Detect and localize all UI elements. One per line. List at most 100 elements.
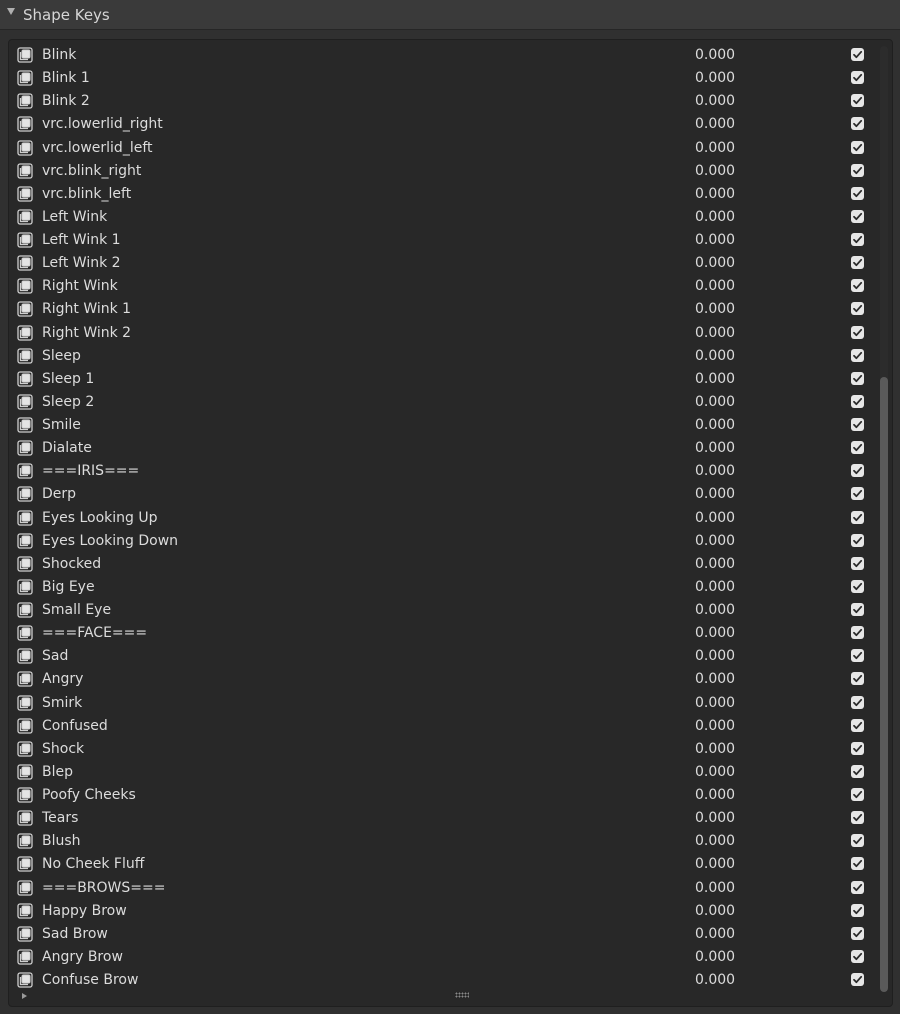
mute-checkbox[interactable] <box>851 973 864 986</box>
shape-key-value-field[interactable]: 0.000 <box>695 208 735 226</box>
shape-key-value-field[interactable]: 0.000 <box>695 254 735 272</box>
list-item[interactable]: Small Eye 0.000 <box>9 599 877 622</box>
shape-key-value-field[interactable]: 0.000 <box>695 462 735 480</box>
list-item[interactable]: Left Wink 2 0.000 <box>9 252 877 275</box>
list-item[interactable]: Sleep 0.000 <box>9 345 877 368</box>
shape-key-name[interactable]: Poofy Cheeks <box>42 786 136 804</box>
shape-key-value-field[interactable]: 0.000 <box>695 832 735 850</box>
list-item[interactable]: Shocked 0.000 <box>9 553 877 576</box>
shape-key-value-field[interactable]: 0.000 <box>695 46 735 64</box>
mute-checkbox[interactable] <box>851 186 864 200</box>
shape-key-name[interactable]: Dialate <box>42 439 92 457</box>
list-item[interactable]: Left Wink 0.000 <box>9 206 877 229</box>
shape-key-value-field[interactable]: 0.000 <box>695 740 735 758</box>
list-item[interactable]: Right Wink 1 0.000 <box>9 298 877 321</box>
mute-checkbox[interactable] <box>851 556 864 570</box>
shape-key-name[interactable]: Derp <box>42 485 76 503</box>
mute-checkbox[interactable] <box>851 441 864 455</box>
shape-key-name[interactable]: Angry Brow <box>42 948 123 966</box>
shape-key-value-field[interactable]: 0.000 <box>695 393 735 411</box>
shape-key-name[interactable]: Smile <box>42 416 81 434</box>
resize-grip-icon[interactable] <box>455 992 469 998</box>
shape-key-name[interactable]: Small Eye <box>42 601 111 619</box>
list-item[interactable]: Right Wink 0.000 <box>9 275 877 298</box>
list-item[interactable]: Right Wink 2 0.000 <box>9 322 877 345</box>
mute-checkbox[interactable] <box>851 163 864 177</box>
scrollbar-thumb[interactable] <box>880 377 888 992</box>
shape-key-value-field[interactable]: 0.000 <box>695 879 735 897</box>
mute-checkbox[interactable] <box>851 140 864 154</box>
shape-key-value-field[interactable]: 0.000 <box>695 694 735 712</box>
shape-key-value-field[interactable]: 0.000 <box>695 162 735 180</box>
list-item[interactable]: ===BROWS=== 0.000 <box>9 877 877 900</box>
mute-checkbox[interactable] <box>851 811 864 825</box>
list-item[interactable]: Derp 0.000 <box>9 483 877 506</box>
shape-key-name[interactable]: Eyes Looking Up <box>42 509 158 527</box>
shape-key-name[interactable]: Shocked <box>42 555 101 573</box>
mute-checkbox[interactable] <box>851 510 864 524</box>
mute-checkbox[interactable] <box>851 603 864 616</box>
shape-key-name[interactable]: Left Wink 1 <box>42 231 121 249</box>
shape-key-value-field[interactable]: 0.000 <box>695 578 735 596</box>
shape-key-name[interactable]: vrc.lowerlid_left <box>42 139 153 157</box>
mute-checkbox[interactable] <box>851 764 864 778</box>
shape-key-value-field[interactable]: 0.000 <box>695 532 735 550</box>
mute-checkbox[interactable] <box>851 949 864 963</box>
shape-key-name[interactable]: vrc.lowerlid_right <box>42 115 163 133</box>
list-item[interactable]: vrc.blink_right 0.000 <box>9 160 877 183</box>
list-item[interactable]: Tears 0.000 <box>9 807 877 830</box>
shape-key-value-field[interactable]: 0.000 <box>695 115 735 133</box>
shape-key-name[interactable]: Sad Brow <box>42 925 108 943</box>
shape-key-name[interactable]: No Cheek Fluff <box>42 855 144 873</box>
list-item[interactable]: Blink 1 0.000 <box>9 67 877 90</box>
list-item[interactable]: Left Wink 1 0.000 <box>9 229 877 252</box>
list-item[interactable]: ===FACE=== 0.000 <box>9 622 877 645</box>
panel-header[interactable]: Shape Keys <box>0 0 900 30</box>
shape-key-name[interactable]: Eyes Looking Down <box>42 532 178 550</box>
shape-key-value-field[interactable]: 0.000 <box>695 925 735 943</box>
mute-checkbox[interactable] <box>851 394 864 408</box>
list-item[interactable]: Blink 2 0.000 <box>9 90 877 113</box>
shape-key-name[interactable]: Right Wink 2 <box>42 324 131 342</box>
mute-checkbox[interactable] <box>851 256 864 270</box>
shape-key-value-field[interactable]: 0.000 <box>695 277 735 295</box>
shape-key-name[interactable]: Smirk <box>42 694 82 712</box>
mute-checkbox[interactable] <box>851 302 864 316</box>
list-item[interactable]: Big Eye 0.000 <box>9 576 877 599</box>
shape-key-value-field[interactable]: 0.000 <box>695 902 735 920</box>
shape-key-name[interactable]: Tears <box>42 809 78 827</box>
shape-key-value-field[interactable]: 0.000 <box>695 185 735 203</box>
mute-checkbox[interactable] <box>851 672 864 686</box>
shape-key-value-field[interactable]: 0.000 <box>695 231 735 249</box>
list-item[interactable]: Angry 0.000 <box>9 668 877 691</box>
shape-key-value-field[interactable]: 0.000 <box>695 717 735 735</box>
mute-checkbox[interactable] <box>851 649 864 663</box>
shape-key-name[interactable]: Confused <box>42 717 108 735</box>
shape-key-value-field[interactable]: 0.000 <box>695 555 735 573</box>
mute-checkbox[interactable] <box>851 348 864 362</box>
list-item[interactable]: Blink 0.000 <box>9 44 877 67</box>
list-item[interactable]: Sad Brow 0.000 <box>9 923 877 946</box>
shape-key-name[interactable]: Sleep 2 <box>42 393 94 411</box>
list-item[interactable]: Confused 0.000 <box>9 715 877 738</box>
mute-checkbox[interactable] <box>851 788 864 801</box>
mute-checkbox[interactable] <box>851 48 864 61</box>
shape-key-value-field[interactable]: 0.000 <box>695 855 735 873</box>
disclosure-triangle-down-icon[interactable] <box>7 8 15 15</box>
list-item[interactable]: Eyes Looking Down 0.000 <box>9 530 877 553</box>
mute-checkbox[interactable] <box>851 834 864 848</box>
shape-key-name[interactable]: Blink <box>42 46 76 64</box>
shape-key-value-field[interactable]: 0.000 <box>695 763 735 781</box>
mute-checkbox[interactable] <box>851 418 864 431</box>
list-item[interactable]: Eyes Looking Up 0.000 <box>9 507 877 530</box>
mute-checkbox[interactable] <box>851 903 864 917</box>
mute-checkbox[interactable] <box>851 487 864 501</box>
shape-key-value-field[interactable]: 0.000 <box>695 300 735 318</box>
shape-key-value-field[interactable]: 0.000 <box>695 670 735 688</box>
list-item[interactable]: Happy Brow 0.000 <box>9 900 877 923</box>
mute-checkbox[interactable] <box>851 880 864 894</box>
mute-checkbox[interactable] <box>851 71 864 85</box>
shape-key-name[interactable]: Sleep <box>42 347 81 365</box>
mute-checkbox[interactable] <box>851 464 864 478</box>
shape-key-value-field[interactable]: 0.000 <box>695 647 735 665</box>
